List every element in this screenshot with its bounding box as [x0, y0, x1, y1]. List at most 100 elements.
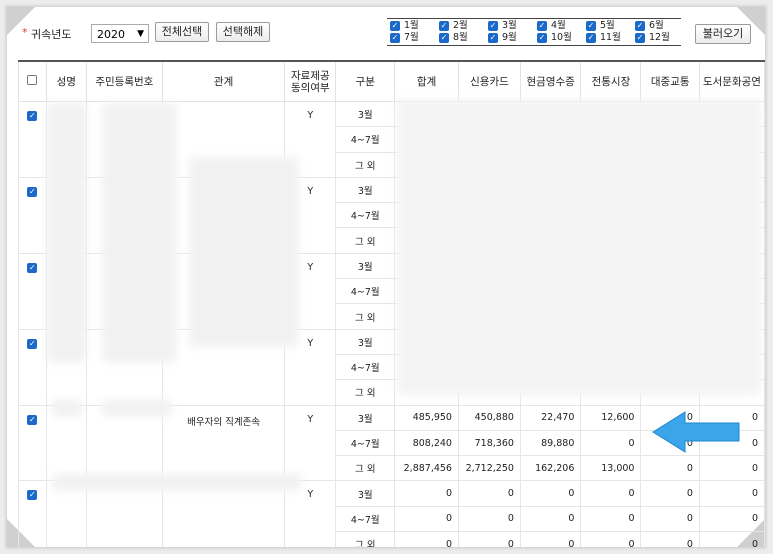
- check-icon: ✓: [390, 20, 400, 31]
- table-header-row: 성명 주민등록번호 관계 자료제공 동의여부 구분 합계 신용카드 현금영수증 …: [18, 60, 765, 102]
- period-cell: 3월: [335, 100, 396, 128]
- load-button[interactable]: 불러오기: [695, 24, 751, 44]
- amount-cell: 0: [640, 480, 700, 507]
- header-period: 구분: [335, 60, 396, 102]
- check-icon: ✓: [635, 20, 645, 31]
- period-cell: 4~7월: [335, 505, 396, 533]
- row-checkbox-cell[interactable]: ✓: [18, 404, 47, 482]
- month-checkbox-8[interactable]: ✓ 8월: [439, 32, 468, 44]
- check-icon: ✓: [439, 32, 449, 43]
- blurred-amount-area: [397, 99, 761, 395]
- amount-cell: 162,206: [519, 455, 582, 482]
- amount-cell: 13,000: [580, 455, 642, 482]
- toolbar: * 귀속년도 2020 ▼ 전체선택 선택해제 ✓ 1월 ✓ 7월 ✓ 2월 ✓ 8월 …: [7, 7, 765, 53]
- amount-cell: 0: [580, 429, 642, 457]
- consent-cell: Y: [284, 404, 337, 482]
- month-checkbox-6[interactable]: ✓ 6월: [635, 20, 664, 32]
- period-cell: 4~7월: [335, 278, 396, 305]
- check-icon: ✓: [586, 32, 596, 43]
- amount-cell: 718,360: [457, 429, 521, 457]
- check-icon: ✓: [537, 20, 547, 31]
- amount-cell: 0: [519, 531, 582, 547]
- arrow-left-icon: [652, 411, 740, 453]
- amount-cell: 0: [457, 480, 521, 507]
- amount-cell: 0: [698, 531, 765, 547]
- amount-cell: 485,950: [394, 404, 459, 431]
- row-checkbox-cell[interactable]: ✓: [18, 480, 47, 547]
- amount-cell: 0: [457, 531, 521, 547]
- month-checkbox-7[interactable]: ✓ 7월: [390, 32, 419, 44]
- select-all-button[interactable]: 전체선택: [155, 22, 209, 42]
- check-icon: ✓: [488, 20, 498, 31]
- amount-cell: 0: [580, 480, 642, 507]
- month-checkbox-5[interactable]: ✓ 5월: [586, 20, 615, 32]
- period-cell: 3월: [335, 328, 396, 355]
- header-culture: 도서문화공연: [698, 60, 765, 102]
- period-cell: 그 외: [335, 151, 396, 178]
- period-cell: 4~7월: [335, 429, 396, 457]
- header-credit-card: 신용카드: [457, 60, 521, 102]
- month-checkbox-3[interactable]: ✓ 3월: [488, 20, 517, 32]
- row-checkbox-cell[interactable]: ✓: [18, 252, 47, 330]
- check-icon: ✓: [27, 186, 38, 197]
- amount-cell: 0: [457, 505, 521, 533]
- month-checkbox-10[interactable]: ✓ 10월: [537, 32, 572, 44]
- amount-cell: 2,887,456: [394, 455, 459, 482]
- amount-cell: 0: [640, 455, 700, 482]
- resident-number-cell: [85, 480, 163, 547]
- header-cash-receipt: 현금영수증: [519, 60, 582, 102]
- period-cell: 4~7월: [335, 202, 396, 229]
- row-checkbox-cell[interactable]: ✓: [18, 176, 47, 254]
- blurred-id-area: [102, 399, 172, 417]
- amount-cell: 22,470: [519, 404, 582, 431]
- amount-cell: 0: [394, 480, 459, 507]
- check-icon: ✓: [27, 490, 38, 501]
- check-icon: ✓: [488, 32, 498, 43]
- check-icon: ✓: [27, 111, 38, 121]
- period-cell: 3월: [335, 252, 396, 280]
- check-icon: ✓: [27, 414, 38, 425]
- check-icon: ✓: [635, 32, 645, 43]
- period-cell: 3월: [335, 480, 396, 507]
- year-value: 2020: [97, 28, 125, 41]
- check-icon: ✓: [439, 20, 449, 31]
- month-checkbox-12[interactable]: ✓ 12월: [635, 32, 670, 44]
- period-cell: 3월: [335, 404, 396, 431]
- month-checkbox-1[interactable]: ✓ 1월: [390, 20, 419, 32]
- check-icon: ✓: [27, 262, 38, 273]
- app-frame: * 귀속년도 2020 ▼ 전체선택 선택해제 ✓ 1월 ✓ 7월 ✓ 2월 ✓ 8월 …: [6, 6, 766, 548]
- amount-cell: 0: [580, 505, 642, 533]
- period-cell: 그 외: [335, 227, 396, 254]
- name-cell: [45, 480, 87, 547]
- header-traditional-market: 전통시장: [580, 60, 642, 102]
- row-checkbox-cell[interactable]: ✓: [18, 101, 47, 178]
- deselect-button[interactable]: 선택해제: [216, 22, 270, 42]
- amount-cell: 450,880: [457, 404, 521, 431]
- month-checkbox-2[interactable]: ✓ 2월: [439, 20, 468, 32]
- period-cell: 4~7월: [335, 126, 396, 153]
- header-select-all[interactable]: [18, 60, 47, 102]
- month-checkbox-4[interactable]: ✓ 4월: [537, 20, 566, 32]
- period-cell: 그 외: [335, 455, 396, 482]
- amount-cell: 0: [519, 505, 582, 533]
- header-resident-number: 주민등록번호: [85, 60, 163, 102]
- year-select[interactable]: 2020 ▼: [91, 24, 149, 43]
- row-checkbox-cell[interactable]: ✓: [18, 328, 47, 406]
- period-cell: 그 외: [335, 531, 396, 547]
- blurred-id-area: [102, 103, 177, 363]
- period-cell: 4~7월: [335, 353, 396, 381]
- amount-cell: 0: [698, 480, 765, 507]
- header-name: 성명: [45, 60, 87, 102]
- year-label: 귀속년도: [31, 28, 72, 41]
- blurred-person-area: [52, 473, 302, 491]
- amount-cell: 0: [698, 455, 765, 482]
- month-checkbox-9[interactable]: ✓ 9월: [488, 32, 517, 44]
- amount-cell: 0: [640, 531, 700, 547]
- checkbox-unchecked-icon: [27, 75, 38, 85]
- month-checkbox-11[interactable]: ✓ 11월: [586, 32, 621, 44]
- header-relation: 관계: [161, 60, 286, 102]
- amount-cell: 2,712,250: [457, 455, 521, 482]
- header-public-transport: 대중교통: [640, 60, 700, 102]
- amount-cell: 0: [698, 505, 765, 533]
- chevron-down-icon: ▼: [137, 29, 144, 39]
